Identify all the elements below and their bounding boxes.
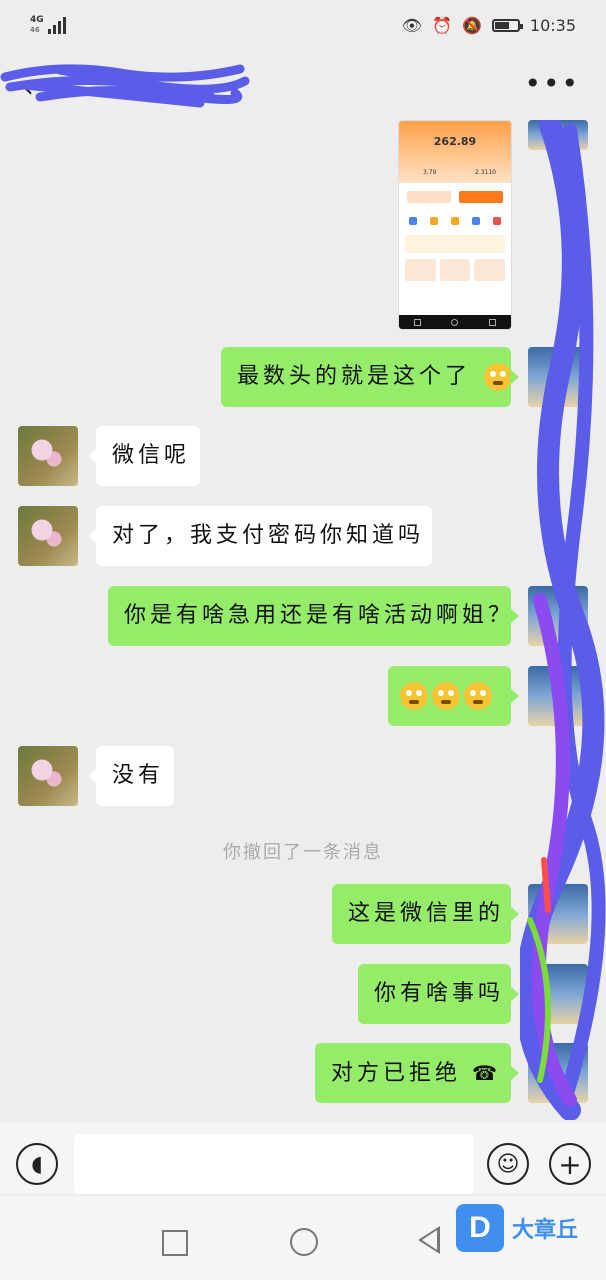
status-left: 4G 46: [30, 15, 66, 35]
avatar-other[interactable]: [18, 746, 78, 806]
avatar-other[interactable]: [18, 426, 78, 486]
title-scribble: [0, 64, 250, 108]
message-text: 你有啥事吗: [374, 981, 505, 1006]
dizzy-emoji-icon: [464, 682, 492, 710]
message-bubble-other[interactable]: 对了，我支付密码你知道吗: [88, 506, 432, 566]
call-rejected-bubble[interactable]: 对方已拒绝 ☎: [315, 1043, 519, 1103]
image-navbar: [399, 315, 511, 329]
message-bubble-other[interactable]: 微信呢: [88, 426, 200, 486]
message-bubble-self[interactable]: 你是有啥急用还是有啥活动啊姐？: [108, 586, 519, 646]
message-text: 对了，我支付密码你知道吗: [112, 523, 425, 548]
voice-input-icon[interactable]: ◖: [16, 1143, 58, 1185]
image-grid: [405, 259, 506, 281]
message-bubble-self[interactable]: 你有啥事吗: [358, 964, 519, 1024]
status-time: 10:35: [529, 15, 576, 35]
input-bar: ◖ ☺ +: [0, 1122, 606, 1194]
eye-icon: 👁: [401, 15, 423, 35]
recent-apps-icon[interactable]: [162, 1230, 188, 1256]
status-bar: 4G 46 👁 ⏰ 🔕 10:35: [0, 0, 606, 50]
avatar-other[interactable]: [18, 506, 78, 566]
watermark: D 大章丘: [456, 1204, 578, 1252]
image-header: 262.89 3.79 2.3110: [399, 121, 511, 183]
message-text: 对方已拒绝: [331, 1061, 462, 1086]
dizzy-emoji-icon: [432, 682, 460, 710]
message-text: 最数头的就是这个了: [237, 364, 472, 389]
network-label: 4G: [30, 15, 44, 25]
watermark-text: 大章丘: [512, 1218, 579, 1243]
message-bubble-self[interactable]: [388, 666, 519, 726]
network-indicator: 4G 46: [30, 15, 44, 35]
watermark-logo-icon: D: [456, 1204, 504, 1252]
dizzy-emoji-icon: [400, 682, 428, 710]
image-buttons: [399, 183, 511, 211]
avatar-scribble: [520, 120, 606, 1120]
image-promo: [405, 235, 505, 253]
alarm-icon: ⏰: [432, 15, 452, 35]
more-icon[interactable]: •••: [524, 67, 580, 100]
plus-button-icon[interactable]: +: [549, 1143, 591, 1185]
chat-area[interactable]: 262.89 3.79 2.3110 最数头的就是这个了 微信呢 对了，我支付密…: [0, 120, 606, 1120]
image-right-value: 2.3110: [475, 169, 496, 176]
message-text: 没有: [112, 763, 165, 788]
message-bubble-self[interactable]: 最数头的就是这个了: [221, 347, 519, 407]
status-right: 👁 ⏰ 🔕 10:35: [402, 16, 576, 35]
message-input[interactable]: [74, 1134, 474, 1194]
image-amount: 262.89: [433, 135, 477, 148]
message-text: 这是微信里的: [348, 901, 505, 926]
back-nav-icon[interactable]: [418, 1226, 440, 1254]
crying-emoji-icon: [484, 363, 513, 391]
image-left-value: 3.79: [423, 169, 437, 176]
emoji-button-icon[interactable]: ☺: [487, 1143, 529, 1185]
signal-icon: [47, 16, 66, 34]
battery-icon: [491, 18, 523, 32]
image-message[interactable]: 262.89 3.79 2.3110: [398, 120, 512, 330]
message-text: 微信呢: [112, 443, 191, 468]
message-bubble-other[interactable]: 没有: [88, 746, 174, 806]
chat-header: ‹ •••: [0, 55, 606, 120]
network-sub-label: 46: [30, 26, 40, 34]
message-bubble-self[interactable]: 这是微信里的: [332, 884, 519, 944]
home-icon[interactable]: [290, 1228, 318, 1256]
mute-icon: 🔕: [461, 15, 482, 35]
phone-hangup-icon: ☎: [472, 1061, 497, 1085]
recall-notice: 你撤回了一条消息: [223, 842, 383, 863]
message-text: 你是有啥急用还是有啥活动啊姐？: [124, 603, 515, 628]
image-icons: [399, 211, 511, 231]
